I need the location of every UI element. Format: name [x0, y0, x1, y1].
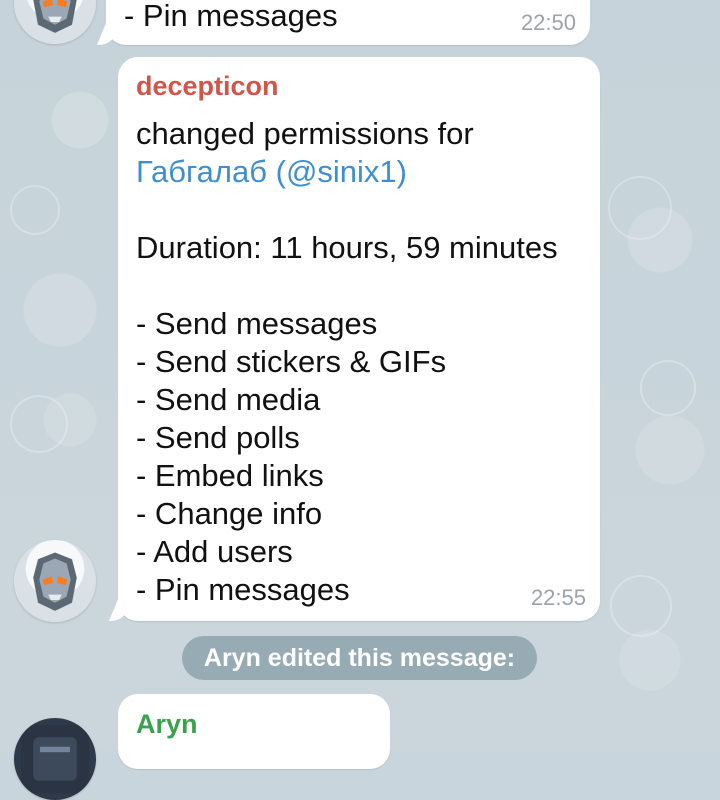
- robot-avatar-icon: [33, 0, 77, 33]
- mentioned-user-handle[interactable]: (@sinix1): [276, 154, 407, 189]
- message-line-1: changed permissions for: [136, 116, 474, 151]
- permission-item: - Send polls: [136, 420, 300, 455]
- dark-avatar-icon: [21, 725, 89, 793]
- permission-item: - Send stickers & GIFs: [136, 344, 447, 379]
- background-doodle-circle: [10, 395, 68, 453]
- permission-item: - Add users: [136, 534, 293, 569]
- message-sender-name[interactable]: Aryn: [136, 709, 198, 740]
- permission-item: - Pin messages: [136, 572, 350, 607]
- duration-line: Duration: 11 hours, 59 minutes: [136, 230, 558, 265]
- message-body: changed permissions for Габгалаб (@sinix…: [136, 115, 558, 609]
- permission-item: - Send messages: [136, 306, 378, 341]
- message-time: 22:50: [520, 10, 576, 35]
- mentioned-user-name[interactable]: Габгалаб: [136, 154, 267, 189]
- robot-avatar-icon: [33, 552, 77, 611]
- message-text: - Pin messages: [124, 0, 338, 33]
- background-doodle-circle: [10, 185, 60, 235]
- permission-item: - Change info: [136, 496, 323, 531]
- background-doodle-circle: [640, 360, 696, 416]
- permission-item: - Send media: [136, 382, 321, 417]
- service-message: Aryn edited this message:: [182, 636, 537, 680]
- permission-item: - Embed links: [136, 458, 324, 493]
- message-time: 22:55: [530, 585, 586, 610]
- message-sender-name[interactable]: decepticon: [136, 71, 279, 102]
- previous-message-bubble[interactable]: - Pin messages 22:50: [97, 0, 590, 45]
- edited-message-bubble[interactable]: Aryn: [118, 694, 390, 769]
- sender-avatar-main[interactable]: [14, 540, 96, 622]
- sender-avatar-bottom[interactable]: [14, 718, 96, 800]
- permissions-message-bubble[interactable]: decepticon changed permissions for Габга…: [109, 57, 600, 621]
- mentioned-user-line: Габгалаб (@sinix1): [136, 153, 558, 191]
- background-doodle-circle: [610, 575, 672, 637]
- background-doodle-circle: [608, 176, 672, 240]
